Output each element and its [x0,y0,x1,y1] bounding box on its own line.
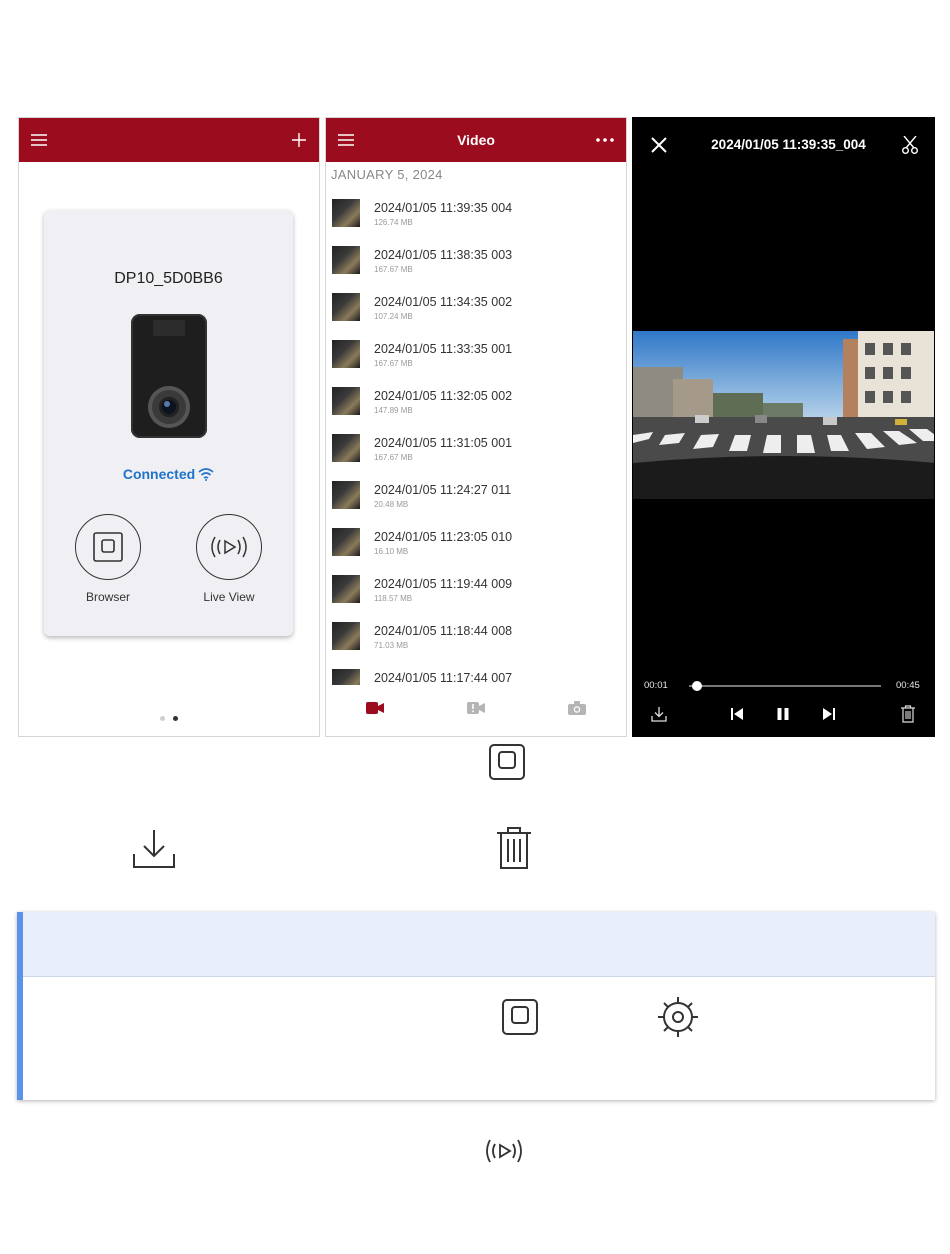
video-list-item[interactable]: 2024/01/05 11:38:35 003 167.67 MB [326,235,626,282]
video-filename: 2024/01/05 11:34:35 002 [374,295,513,309]
pause-icon[interactable] [771,702,795,726]
video-thumbnail [332,434,360,462]
video-filesize: 118.57 MB [374,594,413,603]
info-panel [17,912,935,1100]
video-title: Video [457,132,495,148]
elapsed-time: 00:01 [644,680,668,691]
video-filesize: 126.74 MB [374,218,413,227]
event-tab[interactable] [456,695,496,721]
browser-icon [501,998,539,1036]
dashcam-image [131,314,207,438]
live-view-icon [209,535,249,559]
download-icon [132,828,176,870]
live-view-icon [484,1137,524,1165]
plus-icon[interactable] [287,118,311,162]
video-filesize: 71.03 MB [374,641,409,650]
status-text: Connected [122,466,196,482]
video-filesize: 16.10 MB [374,547,409,556]
video-list-screen: Video JANUARY 5, 2024 2024/01/05 11:39:3… [325,117,627,737]
video-thumbnail [332,622,360,650]
device-card: DP10_5D0BB6 Connected Browser Live View [44,210,293,636]
video-list-item[interactable]: 2024/01/05 11:19:44 009 118.57 MB [326,564,626,611]
video-list-item[interactable]: 2024/01/05 11:17:44 007 [326,658,626,685]
video-filesize: 20.48 MB [374,500,409,509]
browser-label: Browser [85,590,130,604]
video-list-item[interactable]: 2024/01/05 11:34:35 002 107.24 MB [326,282,626,329]
live-view-button[interactable] [196,514,262,580]
trash-icon [496,826,532,870]
video-filesize: 167.67 MB [374,265,413,274]
video-list-item[interactable]: 2024/01/05 11:39:35 004 126.74 MB [326,188,626,235]
page-dot[interactable] [160,716,165,721]
browser-button[interactable] [75,514,141,580]
video-thumbnail [332,669,360,685]
video-filename: 2024/01/05 11:32:05 002 [374,389,513,403]
menu-icon[interactable] [334,118,358,162]
player-title: 2024/01/05 11:39:35_004 [711,137,866,152]
video-filesize: 167.67 MB [374,453,413,462]
next-icon[interactable] [817,702,841,726]
video-list-item[interactable]: 2024/01/05 11:33:35 001 167.67 MB [326,329,626,376]
video-list-item[interactable]: 2024/01/05 11:18:44 008 71.03 MB [326,611,626,658]
settings-icon [657,996,699,1038]
trash-icon[interactable] [896,702,920,726]
video-thumbnail [332,575,360,603]
video-filename: 2024/01/05 11:24:27 011 [374,483,512,497]
photo-tab[interactable] [557,695,597,721]
bottom-tab-bar [326,685,626,736]
menu-icon[interactable] [27,118,51,162]
live-view-label: Live View [203,590,255,604]
seek-bar[interactable] [689,681,881,691]
total-duration: 00:45 [896,680,920,691]
video-thumbnail [332,528,360,556]
video-thumbnail [332,199,360,227]
video-thumbnail [332,340,360,368]
video-filename: 2024/01/05 11:19:44 009 [374,577,513,591]
device-name: DP10_5D0BB6 [114,270,223,287]
video-list-item[interactable]: 2024/01/05 11:32:05 002 147.89 MB [326,376,626,423]
download-icon[interactable] [647,702,671,726]
video-filesize: 147.89 MB [374,406,413,415]
video-list-item[interactable]: 2024/01/05 11:23:05 010 16.10 MB [326,517,626,564]
video-thumbnail [332,246,360,274]
video-filesize: 167.67 MB [374,359,413,368]
video-player-screen: 2024/01/05 11:39:35_004 00:01 00:45 [632,117,935,737]
video-filename: 2024/01/05 11:39:35 004 [374,201,513,215]
connection-status: Connected [44,466,293,482]
previous-icon[interactable] [725,702,749,726]
seek-handle[interactable] [692,681,703,691]
video-list[interactable]: 2024/01/05 11:39:35 004 126.74 MB 2024/01/… [326,188,626,685]
video-thumbnail [332,293,360,321]
close-icon[interactable] [647,118,671,172]
browser-icon [488,743,526,781]
scissors-icon[interactable] [898,118,922,172]
video-filename: 2024/01/05 11:33:35 001 [374,342,513,356]
video-tab[interactable] [355,695,395,721]
page-indicator [19,716,319,721]
video-filesize: 107.24 MB [374,312,413,321]
video-filename: 2024/01/05 11:31:05 001 [374,436,513,450]
wifi-icon [198,467,214,481]
page-dot-active[interactable] [173,716,178,721]
video-filename: 2024/01/05 11:18:44 008 [374,624,513,638]
video-list-item[interactable]: 2024/01/05 11:24:27 011 20.48 MB [326,470,626,517]
video-list-item[interactable]: 2024/01/05 11:31:05 001 167.67 MB [326,423,626,470]
video-header: Video [326,118,626,162]
home-screen: DP10_5D0BB6 Connected Browser Live View [18,117,320,737]
more-icon[interactable] [592,118,618,162]
video-filename: 2024/01/05 11:23:05 010 [374,530,513,544]
browser-icon [93,532,123,562]
home-header [19,118,319,162]
date-header: JANUARY 5, 2024 [331,167,443,182]
video-frame[interactable] [633,331,934,499]
video-thumbnail [332,481,360,509]
video-filename: 2024/01/05 11:17:44 007 [374,671,513,685]
panel-header [23,912,935,977]
video-filename: 2024/01/05 11:38:35 003 [374,248,513,262]
video-thumbnail [332,387,360,415]
